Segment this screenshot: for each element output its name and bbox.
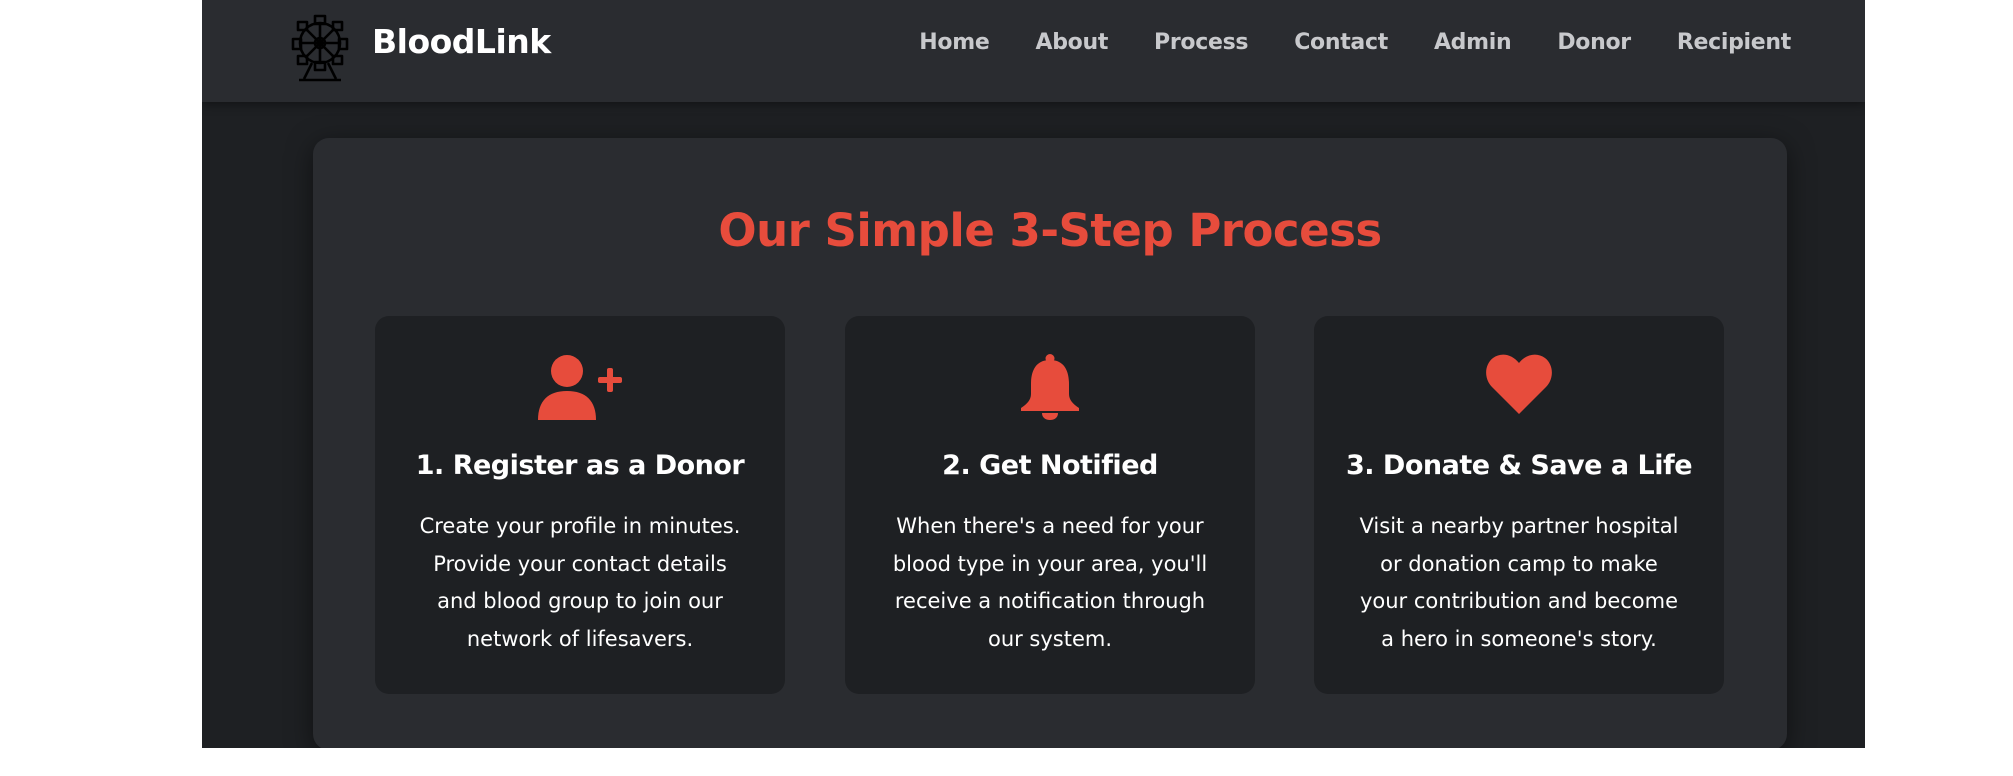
heart-icon	[1486, 354, 1552, 414]
step-card-donate: 3. Donate & Save a Life Visit a nearby p…	[1314, 316, 1724, 694]
bell-icon	[1021, 354, 1079, 420]
step-title: 1. Register as a Donor	[415, 450, 745, 481]
brand-name[interactable]: BloodLink	[372, 22, 551, 61]
step-description: Create your profile in minutes. Provide …	[419, 514, 741, 651]
step-title: 3. Donate & Save a Life	[1345, 450, 1693, 481]
nav-link-donor[interactable]: Donor	[1557, 30, 1631, 55]
step-card-register: 1. Register as a Donor Create your profi…	[375, 316, 785, 694]
user-plus-icon	[538, 355, 622, 420]
nav-link-contact[interactable]: Contact	[1294, 30, 1388, 55]
step-card-notified: 2. Get Notified When there's a need for …	[845, 316, 1255, 694]
section-title: Our Simple 3-Step Process	[718, 204, 1382, 257]
nav-link-process[interactable]: Process	[1154, 30, 1248, 55]
nav-menu: Home About Process Contact Admin Donor R…	[919, 30, 1791, 55]
step-description: When there's a need for your blood type …	[892, 514, 1208, 651]
nav-link-recipient[interactable]: Recipient	[1677, 30, 1791, 55]
step-title: 2. Get Notified	[942, 450, 1158, 481]
process-section: Our Simple 3-Step Process 1. Register as…	[313, 138, 1787, 748]
navbar: BloodLink Home About Process Contact Adm…	[202, 0, 1865, 102]
page: BloodLink Home About Process Contact Adm…	[202, 0, 1865, 748]
nav-link-about[interactable]: About	[1035, 30, 1108, 55]
nav-link-home[interactable]: Home	[919, 30, 989, 55]
ferris-wheel-icon[interactable]	[290, 13, 350, 83]
step-description: Visit a nearby partner hospital or donat…	[1359, 514, 1679, 651]
nav-link-admin[interactable]: Admin	[1434, 30, 1512, 55]
